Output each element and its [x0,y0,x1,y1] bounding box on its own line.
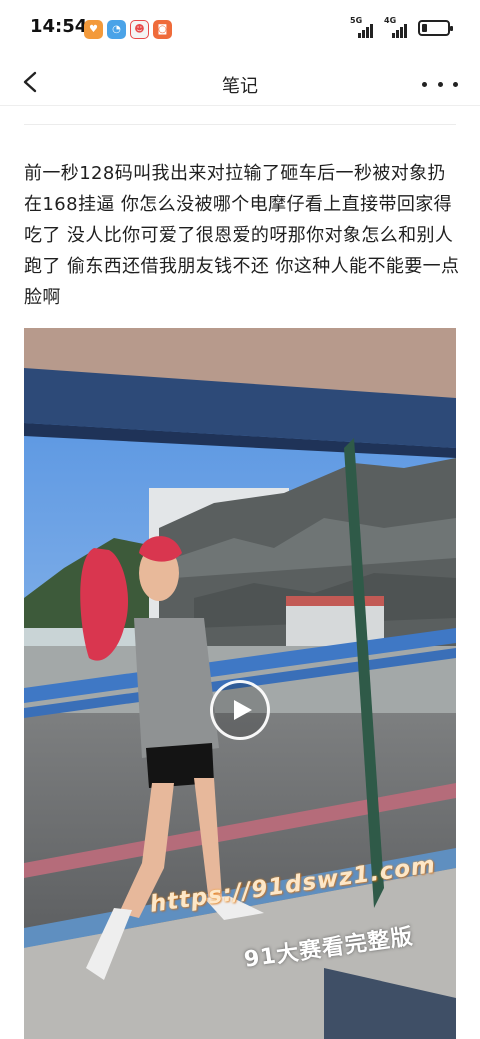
status-time: 14:54 [30,16,88,37]
chat-app-icon: ◔ [107,20,126,39]
play-button[interactable] [210,680,270,740]
more-button[interactable] [422,72,458,96]
play-icon [234,700,252,720]
post-body-text: 前一秒128码叫我出来对拉输了砸车后一秒被对象扔在168挂逼 你怎么没被哪个电摩… [24,163,460,308]
battery-icon [418,20,453,36]
heart-app-icon: ♥ [84,20,103,39]
page-title: 笔记 [222,76,258,97]
more-dot [437,81,443,87]
signal-5g-icon: 5G [350,16,378,38]
divider [24,124,456,125]
status-bar: 14:54 ♥ ◔ ☻ ◙ 5G 4G [0,0,480,60]
status-indicators: 5G 4G [350,16,453,38]
status-app-icons: ♥ ◔ ☻ ◙ [84,20,172,39]
more-dot [422,81,427,87]
nav-bar: 笔记 [0,60,480,106]
shop-app-icon: ◙ [153,20,172,39]
game-app-icon: ☻ [130,20,149,39]
more-dot [453,81,458,87]
signal-4g-icon: 4G [384,16,412,38]
battery-level [422,24,427,32]
